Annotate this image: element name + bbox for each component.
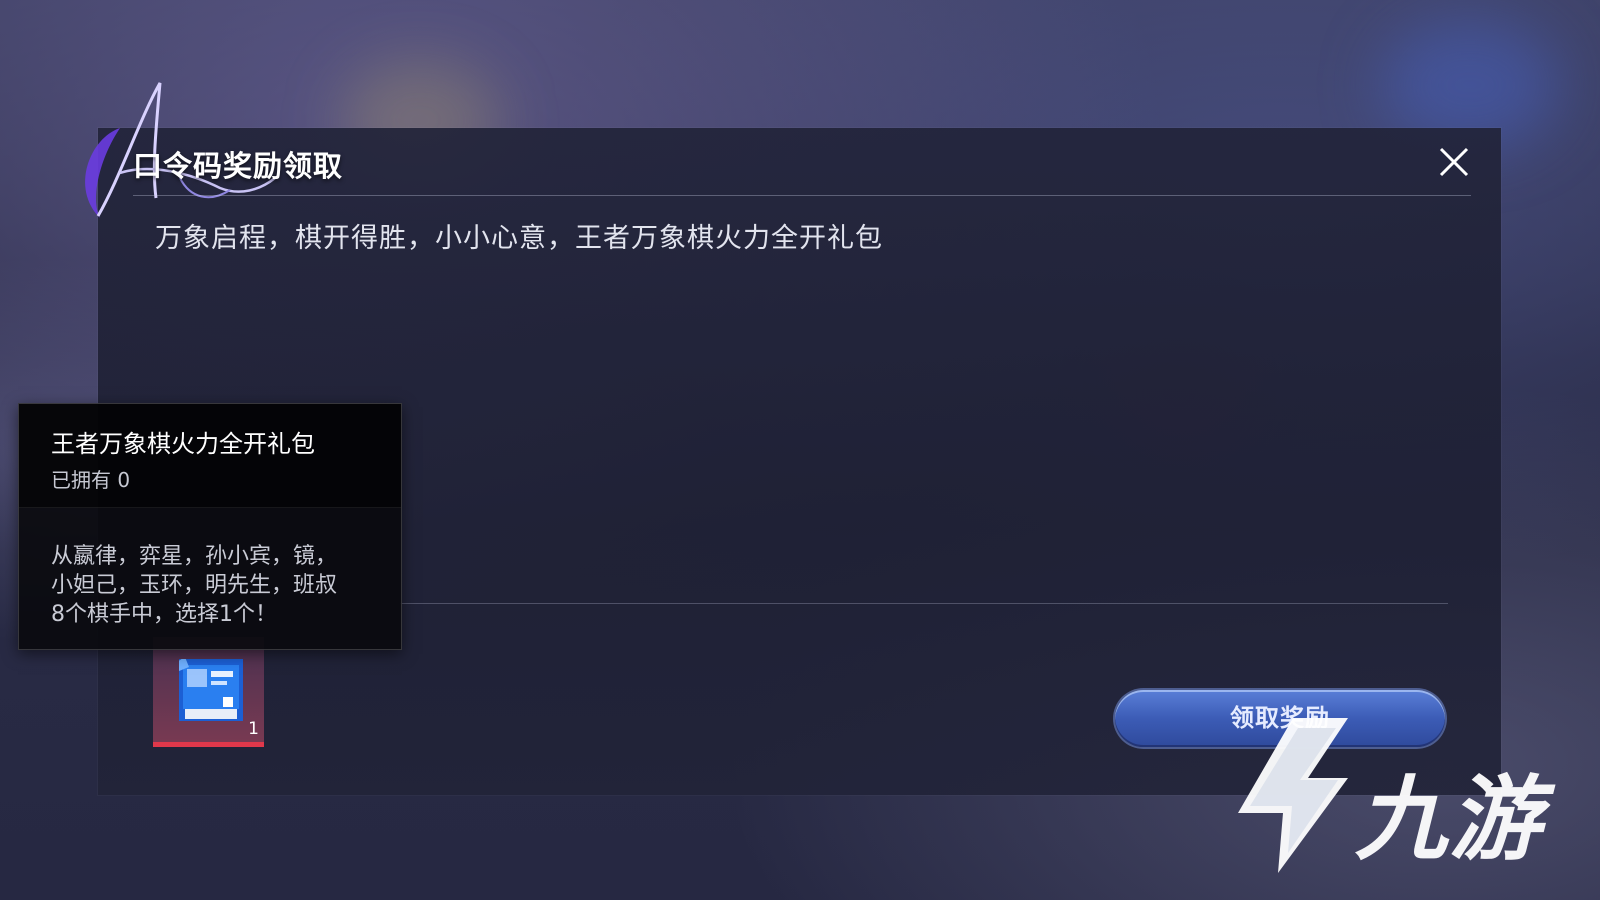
- reward-item-slot[interactable]: 1: [153, 637, 264, 747]
- close-button[interactable]: [1435, 143, 1473, 181]
- title-divider: [133, 195, 1471, 196]
- game-screen: 口令码奖励领取 万象启程，棋开得胜，小小心意，王者万象棋火力全开礼包 1 王者万…: [0, 0, 1600, 900]
- content-divider: [400, 603, 1448, 604]
- gift-pack-icon: [179, 659, 243, 721]
- tooltip-header: 王者万象棋火力全开礼包 已拥有 0: [19, 404, 401, 508]
- close-icon: [1439, 147, 1469, 177]
- tooltip-description: 从嬴律，弈星，孙小宾，镜， 小妲己，玉环，明先生，班叔 8个棋手中，选择1个！: [51, 544, 338, 627]
- dialog-title: 口令码奖励领取: [133, 149, 344, 183]
- watermark-text: 九游: [1355, 766, 1544, 873]
- reward-message: 万象启程，棋开得胜，小小心意，王者万象棋火力全开礼包: [155, 223, 883, 254]
- tooltip-item-name: 王者万象棋火力全开礼包: [51, 430, 315, 458]
- reward-count: 1: [248, 719, 259, 739]
- item-tooltip: 王者万象棋火力全开礼包 已拥有 0 从嬴律，弈星，孙小宾，镜， 小妲己，玉环，明…: [18, 403, 402, 650]
- tooltip-owned-count: 已拥有 0: [51, 468, 131, 492]
- rarity-bar: [153, 742, 264, 747]
